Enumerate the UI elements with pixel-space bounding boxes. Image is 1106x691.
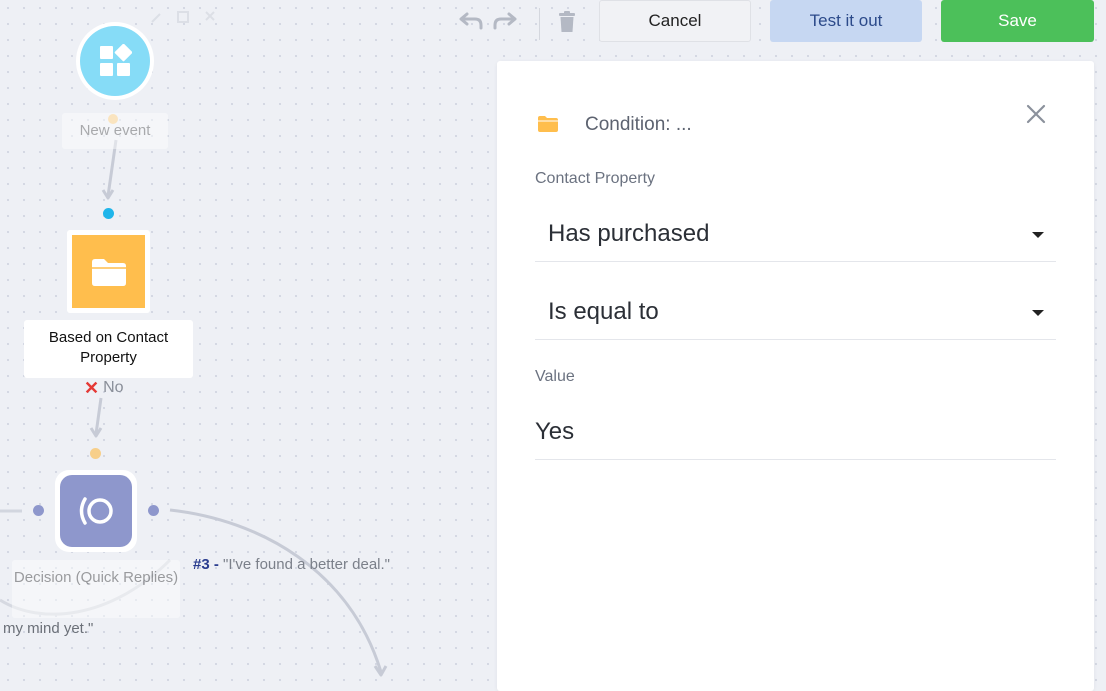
folder-icon xyxy=(91,258,126,286)
panel-folder-icon xyxy=(537,115,559,138)
panel-title: Condition: ... xyxy=(585,114,692,135)
node-actions xyxy=(150,8,220,26)
operator-select[interactable]: Is equal to xyxy=(535,294,1056,340)
save-button[interactable]: Save xyxy=(941,0,1094,42)
condition-square xyxy=(72,235,145,308)
cross-icon: ✕ xyxy=(84,378,100,398)
quick-replies-icon xyxy=(79,497,113,525)
test-it-out-button[interactable]: Test it out xyxy=(770,0,922,42)
quick-reply-partial[interactable]: my mind yet." xyxy=(3,620,93,637)
connector-dot[interactable] xyxy=(90,448,101,459)
close-button[interactable] xyxy=(1025,103,1047,125)
value-input[interactable]: Yes xyxy=(535,414,1056,460)
cancel-button[interactable]: Cancel xyxy=(599,0,751,42)
undo-icon xyxy=(459,12,483,30)
new-event-label: New event xyxy=(62,113,168,149)
output-dot-right[interactable] xyxy=(148,505,159,516)
operator-select-value: Is equal to xyxy=(548,298,659,325)
condition-node[interactable] xyxy=(67,230,150,313)
toolbar-divider xyxy=(539,8,540,40)
no-branch-label: No xyxy=(103,379,124,396)
output-dot-left[interactable] xyxy=(33,505,44,516)
contact-property-label: Contact Property xyxy=(535,170,656,187)
decision-node-label: Decision (Quick Replies) xyxy=(12,560,180,618)
edit-icons xyxy=(151,11,215,23)
widgets-icon xyxy=(100,44,132,76)
delete-button[interactable] xyxy=(555,9,579,35)
caret-down-icon xyxy=(1032,232,1044,238)
property-select[interactable]: Has purchased xyxy=(535,216,1056,262)
undo-button[interactable] xyxy=(456,10,484,34)
quick-reply-number: #3 - xyxy=(193,556,219,573)
property-select-value: Has purchased xyxy=(548,220,710,247)
close-icon xyxy=(1026,104,1046,124)
redo-icon xyxy=(493,12,517,30)
redo-button[interactable] xyxy=(492,10,520,34)
quick-reply-text: "I've found a better deal." xyxy=(223,556,390,573)
input-dot[interactable] xyxy=(103,208,114,219)
decision-square xyxy=(60,475,132,547)
new-event-node[interactable] xyxy=(76,22,154,100)
folder-icon xyxy=(538,116,558,132)
no-branch: ✕ No xyxy=(84,378,124,398)
trash-icon xyxy=(559,11,575,32)
condition-node-label: Based on Contact Property xyxy=(24,320,193,378)
decision-node[interactable] xyxy=(55,470,137,552)
condition-panel: Condition: ... Contact Property Has purc… xyxy=(497,61,1094,691)
new-event-circle xyxy=(80,26,150,96)
quick-reply-3[interactable]: #3 - "I've found a better deal." xyxy=(193,556,390,573)
caret-down-icon xyxy=(1032,310,1044,316)
value-label: Value xyxy=(535,368,575,385)
value-input-text: Yes xyxy=(535,418,575,445)
